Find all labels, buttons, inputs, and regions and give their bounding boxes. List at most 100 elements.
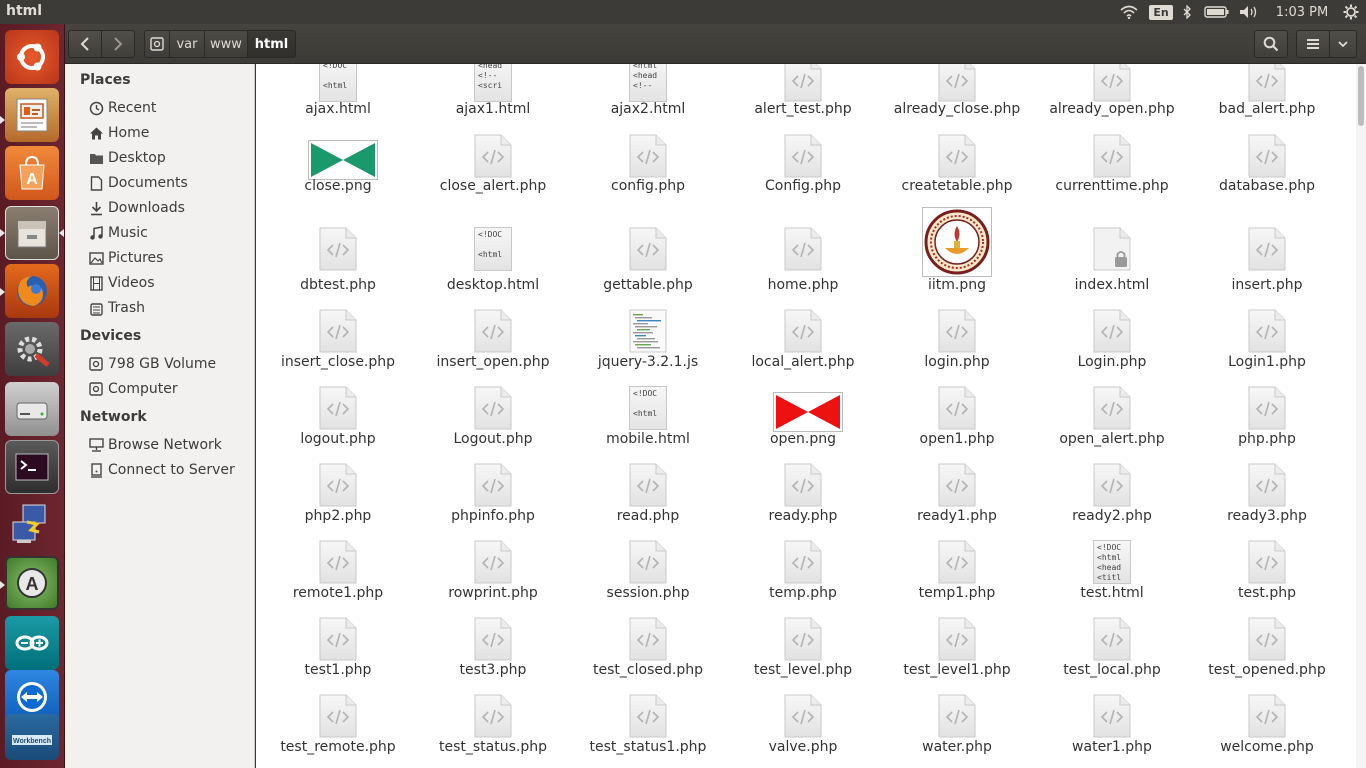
file-name-label: php2.php	[304, 508, 372, 524]
settings-gear-icon[interactable]	[1340, 0, 1362, 24]
crumb-html[interactable]: html	[247, 30, 296, 58]
code-file-icon	[319, 694, 357, 738]
devices-heading: Devices	[80, 328, 142, 344]
crumb-root-disk[interactable]	[144, 30, 170, 58]
chevron-down-icon	[1338, 41, 1348, 48]
crumb-www[interactable]: www	[204, 30, 248, 58]
file-item[interactable]: water1.php	[1037, 64, 1187, 755]
code-file-icon	[1248, 309, 1286, 353]
scrollbar-thumb[interactable]	[1358, 66, 1364, 126]
network-icon	[87, 438, 105, 452]
back-button[interactable]	[68, 30, 102, 58]
language-indicator[interactable]: En	[1149, 0, 1173, 24]
file-name-label: valve.php	[768, 739, 838, 755]
html-file-preview-icon: <!DOC <html	[629, 386, 667, 430]
code-file-icon	[1248, 386, 1286, 430]
firefox-icon[interactable]	[5, 264, 59, 318]
mysql-workbench-icon[interactable]: Workbench	[5, 714, 59, 760]
view-list-button[interactable]	[1296, 30, 1330, 58]
file-item[interactable]: test_remote.php	[263, 64, 413, 755]
sidebar-item-desktop[interactable]: Desktop	[87, 147, 166, 169]
files-manager-icon[interactable]	[5, 206, 59, 260]
file-name-label: test_local.php	[1063, 662, 1161, 678]
file-name-label: local_alert.php	[751, 354, 855, 370]
code-file-icon	[319, 617, 357, 661]
sidebar-item-videos[interactable]: Videos	[87, 272, 155, 294]
file-name-label: test_status1.php	[589, 739, 707, 755]
scrollbar[interactable]	[1356, 64, 1366, 768]
file-name-label: logout.php	[300, 431, 376, 447]
software-center-icon[interactable]: A	[5, 146, 59, 200]
window-headerbar: var www html	[65, 24, 1366, 64]
ubuntu-logo-icon[interactable]	[5, 30, 59, 84]
sidebar-item-label: Pictures	[108, 250, 164, 266]
clock-text: 1:03 PM	[1275, 4, 1329, 20]
impress-presentation-icon[interactable]	[5, 88, 59, 142]
sidebar-item-volume[interactable]: 798 GB Volume	[87, 353, 216, 375]
code-file-icon	[784, 227, 822, 271]
focused-indicator	[59, 229, 64, 237]
document-icon	[87, 175, 105, 191]
system-settings-icon[interactable]	[5, 322, 59, 376]
view-options-button[interactable]	[1329, 30, 1357, 58]
code-file-icon	[319, 227, 357, 271]
file-name-label: welcome.php	[1220, 739, 1314, 755]
search-icon	[1263, 36, 1279, 52]
file-view[interactable]: <!DOC <html ajax.html <head <!-- <scri ajax1.h…	[256, 64, 1366, 768]
software-updater-icon[interactable]: A	[5, 556, 59, 610]
sidebar-item-music[interactable]: Music	[87, 222, 148, 244]
sidebar-item-pictures[interactable]: Pictures	[87, 247, 163, 269]
file-item[interactable]: test_status1.php	[573, 64, 723, 755]
forward-button[interactable]	[101, 30, 135, 58]
sidebar-item-documents[interactable]: Documents	[87, 172, 188, 194]
search-button[interactable]	[1254, 30, 1288, 58]
code-file-icon	[1248, 540, 1286, 584]
code-file-icon	[1093, 309, 1131, 353]
folder-icon	[87, 152, 105, 165]
code-file-icon	[784, 540, 822, 584]
disk-drive-icon[interactable]	[5, 382, 59, 436]
running-indicator	[0, 229, 5, 237]
file-item[interactable]: test_status.php	[418, 64, 568, 755]
remote-desktop-icon[interactable]	[5, 498, 59, 552]
sidebar-item-label: Recent	[108, 100, 157, 116]
file-name-label: rowprint.php	[448, 585, 538, 601]
sidebar-item-downloads[interactable]: Downloads	[87, 197, 185, 219]
download-icon	[87, 201, 105, 216]
volume-icon[interactable]	[1238, 0, 1262, 24]
sidebar-item-label: Music	[108, 225, 148, 241]
file-item[interactable]: water.php	[882, 64, 1032, 755]
wifi-icon[interactable]	[1118, 0, 1140, 24]
file-name-label: Login.php	[1077, 354, 1147, 370]
code-file-icon	[1248, 134, 1286, 178]
sidebar-item-connect-server[interactable]: Connect to Server	[87, 459, 235, 481]
file-item[interactable]: welcome.php	[1192, 64, 1342, 755]
chevron-left-icon	[80, 37, 89, 51]
sidebar-item-trash[interactable]: Trash	[87, 297, 145, 319]
script-file-icon	[629, 309, 667, 353]
arduino-icon[interactable]	[5, 616, 59, 670]
terminal-icon[interactable]	[5, 440, 59, 494]
battery-icon[interactable]	[1203, 0, 1231, 24]
file-name-label: index.html	[1074, 277, 1150, 293]
file-item[interactable]: valve.php	[728, 64, 878, 755]
open-valve-thumbnail	[773, 392, 843, 432]
crumb-var[interactable]: var	[169, 30, 205, 58]
file-name-label: temp1.php	[918, 585, 996, 601]
file-name-label: close.png	[304, 178, 372, 194]
clock[interactable]: 1:03 PM	[1270, 0, 1334, 24]
code-file-icon	[474, 694, 512, 738]
file-name-label: ready1.php	[917, 508, 997, 524]
iitm-logo-thumbnail	[922, 207, 992, 277]
bluetooth-icon[interactable]	[1178, 0, 1196, 24]
code-file-icon	[784, 617, 822, 661]
sidebar-item-label: Home	[108, 125, 150, 141]
file-name-label: insert.php	[1231, 277, 1303, 293]
sidebar-item-home[interactable]: Home	[87, 122, 149, 144]
file-name-label: remote1.php	[292, 585, 384, 601]
sidebar-item-label: Videos	[108, 275, 155, 291]
sidebar-item-browse-network[interactable]: Browse Network	[87, 434, 222, 456]
sidebar-item-recent[interactable]: Recent	[87, 97, 156, 119]
file-name-label: test3.php	[459, 662, 527, 678]
sidebar-item-computer[interactable]: Computer	[87, 378, 178, 400]
